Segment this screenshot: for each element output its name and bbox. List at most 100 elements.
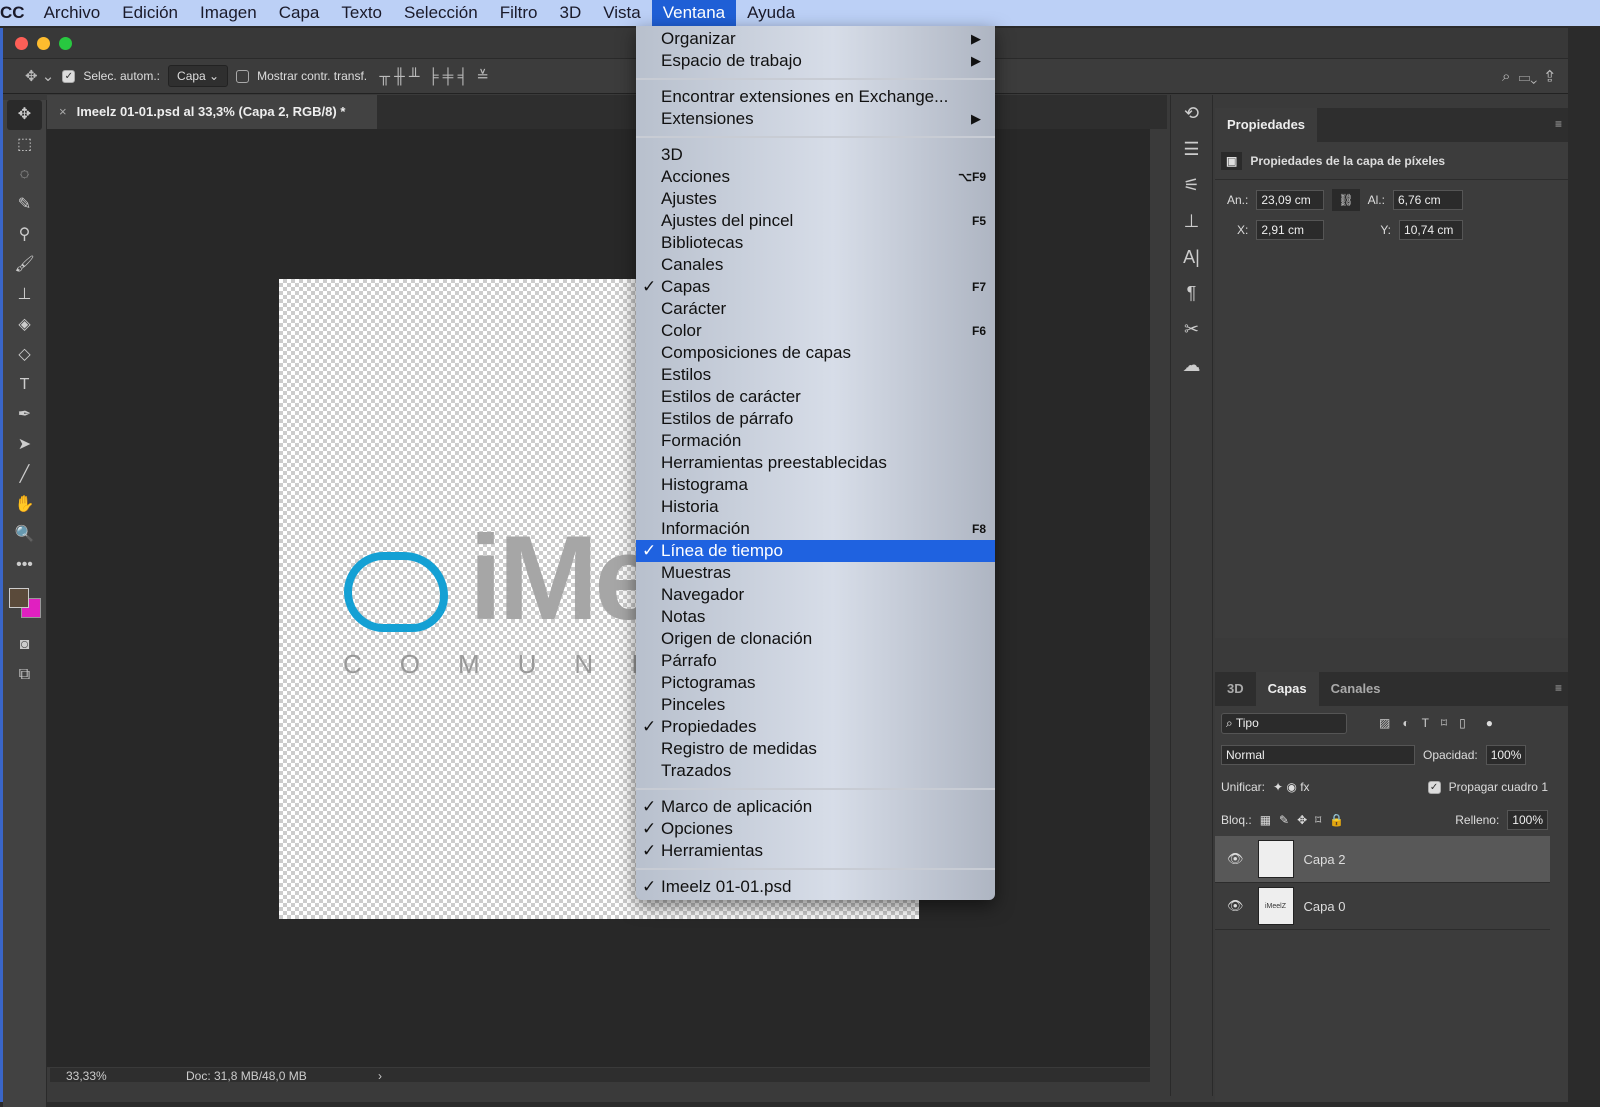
menu-item[interactable]: Origen de clonación xyxy=(636,628,995,650)
align-icons[interactable]: ╥ ╫ ╨ ╞ ╪ ╡ ≚ xyxy=(375,67,489,85)
filter-icons[interactable]: ▨◐T⌑▯ xyxy=(1379,716,1478,730)
menu-item[interactable]: Estilos de carácter xyxy=(636,386,995,408)
quick-select-icon[interactable]: ✎ xyxy=(3,190,46,220)
menu-item[interactable]: Extensiones ▶ xyxy=(636,108,995,130)
menu-item[interactable]: Estilos xyxy=(636,364,995,386)
menu-seleccion[interactable]: Selección xyxy=(393,0,489,26)
menu-item[interactable]: ✓ Propiedades xyxy=(636,716,995,738)
stamp-icon[interactable]: ⊥ xyxy=(3,280,46,310)
menu-app[interactable]: CC xyxy=(0,0,33,26)
minimize-window-button[interactable] xyxy=(37,36,50,50)
show-transform-checkbox[interactable] xyxy=(236,69,250,83)
menu-item[interactable]: Muestras xyxy=(636,562,995,584)
panel-menu-icon[interactable]: ≡ xyxy=(1555,117,1562,131)
height-field[interactable]: 6,76 cm xyxy=(1392,190,1463,210)
menu-item[interactable]: Ajustes xyxy=(636,188,995,210)
adjustments-icon[interactable]: ⚟ xyxy=(1171,167,1212,203)
auto-select-checkbox[interactable]: ✓ xyxy=(62,69,76,83)
unify-icons[interactable]: ✦ ◉ fx xyxy=(1273,780,1310,794)
zoom-tool-icon[interactable]: 🔍 xyxy=(3,520,46,550)
menu-item[interactable]: Notas xyxy=(636,606,995,628)
menu-archivo[interactable]: Archivo xyxy=(33,0,112,26)
pen-tool-icon[interactable]: ✒ xyxy=(3,400,46,430)
paint-bucket-icon[interactable]: ◇ xyxy=(3,340,46,370)
quick-mask-icon[interactable]: ◙ xyxy=(3,630,46,660)
menu-item[interactable]: Encontrar extensiones en Exchange... xyxy=(636,86,995,108)
layer-filter-dropdown[interactable]: ⌕ Tipo xyxy=(1221,712,1347,734)
lock-icons[interactable]: ▦✎✥⌑🔒 xyxy=(1260,813,1353,827)
libraries-icon[interactable]: ☁ xyxy=(1171,347,1212,383)
menu-item[interactable]: Color F6 xyxy=(636,320,995,342)
menu-item[interactable]: ✓ Capas F7 xyxy=(636,276,995,298)
menu-item[interactable]: Párrafo xyxy=(636,650,995,672)
menu-item[interactable]: Ajustes del pincel F5 xyxy=(636,210,995,232)
menu-ayuda[interactable]: Ayuda xyxy=(736,0,806,26)
layer-row[interactable]: 👁 Capa 2 xyxy=(1215,836,1550,883)
menu-item[interactable]: Registro de medidas xyxy=(636,738,995,760)
menu-item[interactable]: Pinceles xyxy=(636,694,995,716)
menu-item[interactable]: Acciones ⌥F9 xyxy=(636,166,995,188)
blend-mode-dropdown[interactable]: Normal xyxy=(1221,745,1415,765)
color-swatches[interactable] xyxy=(3,580,46,630)
menu-item[interactable]: ✓ Marco de aplicación xyxy=(636,796,995,818)
tools-preset-icon[interactable]: ✂ xyxy=(1171,311,1212,347)
panel-menu-icon[interactable]: ≡ xyxy=(1555,681,1562,695)
fill-field[interactable]: 100% xyxy=(1507,810,1548,830)
more-tools-icon[interactable]: ••• xyxy=(3,550,46,580)
tab-3d[interactable]: 3D xyxy=(1215,672,1256,706)
lasso-tool-icon[interactable]: ◌ xyxy=(3,160,46,190)
paragraph-icon[interactable]: ¶ xyxy=(1171,275,1212,311)
y-field[interactable]: 10,74 cm xyxy=(1399,220,1464,240)
eye-icon[interactable]: 👁 xyxy=(1227,898,1244,914)
marquee-tool-icon[interactable]: ⬚ xyxy=(3,130,46,160)
propagate-checkbox[interactable]: ✓ xyxy=(1427,780,1441,794)
brush-settings-icon[interactable]: ☰ xyxy=(1171,131,1212,167)
search-icon[interactable]: ⌕ ▭⌄ ⇪ xyxy=(1502,68,1554,85)
menu-item[interactable]: Organizar ▶ xyxy=(636,28,995,50)
opacity-field[interactable]: 100% xyxy=(1485,745,1527,765)
menu-item[interactable]: ✓ Opciones xyxy=(636,818,995,840)
menu-item[interactable]: Información F8 xyxy=(636,518,995,540)
menu-item[interactable]: Pictogramas xyxy=(636,672,995,694)
menu-item[interactable]: ✓ Línea de tiempo xyxy=(636,540,995,562)
menu-item[interactable]: 3D xyxy=(636,144,995,166)
menu-3d[interactable]: 3D xyxy=(549,0,593,26)
move-tool-icon[interactable]: ✥ xyxy=(7,100,42,130)
clone-source-icon[interactable]: ⊥ xyxy=(1171,203,1212,239)
menu-item[interactable]: Bibliotecas xyxy=(636,232,995,254)
zoom-level[interactable]: 33,33% xyxy=(66,1069,107,1082)
menu-item[interactable]: Histograma xyxy=(636,474,995,496)
menu-item[interactable]: Trazados xyxy=(636,760,995,782)
menu-capa[interactable]: Capa xyxy=(268,0,331,26)
close-tab-icon[interactable]: × xyxy=(59,104,67,119)
menu-item[interactable]: Formación xyxy=(636,430,995,452)
screen-mode-icon[interactable]: ⧉ xyxy=(3,660,46,690)
menu-item[interactable]: Herramientas preestablecidas xyxy=(636,452,995,474)
filter-toggle-icon[interactable]: ● xyxy=(1486,716,1493,730)
hand-tool-icon[interactable]: ✋ xyxy=(3,490,46,520)
menu-item[interactable]: Navegador xyxy=(636,584,995,606)
auto-select-dropdown[interactable]: Capa ⌄ xyxy=(168,65,229,87)
menu-texto[interactable]: Texto xyxy=(330,0,393,26)
menu-item[interactable]: Composiciones de capas xyxy=(636,342,995,364)
eraser-icon[interactable]: ◈ xyxy=(3,310,46,340)
document-tab[interactable]: × Imeelz 01-01.psd al 33,3% (Capa 2, RGB/… xyxy=(47,95,377,129)
type-tool-icon[interactable]: T xyxy=(3,370,46,400)
x-field[interactable]: 2,91 cm xyxy=(1256,220,1325,240)
menu-edicion[interactable]: Edición xyxy=(111,0,189,26)
link-icon[interactable]: ⛓ xyxy=(1332,189,1360,211)
width-field[interactable]: 23,09 cm xyxy=(1256,190,1325,210)
eye-icon[interactable]: 👁 xyxy=(1227,851,1244,867)
menu-item[interactable]: Canales xyxy=(636,254,995,276)
close-window-button[interactable] xyxy=(15,36,28,50)
tab-channels[interactable]: Canales xyxy=(1319,672,1393,706)
menu-item[interactable]: Espacio de trabajo ▶ xyxy=(636,50,995,72)
history-icon[interactable]: ⟲ xyxy=(1171,95,1212,131)
menu-filtro[interactable]: Filtro xyxy=(489,0,549,26)
menu-imagen[interactable]: Imagen xyxy=(189,0,268,26)
line-tool-icon[interactable]: ╱ xyxy=(3,460,46,490)
character-icon[interactable]: A| xyxy=(1171,239,1212,275)
brush-icon[interactable]: 🖌 xyxy=(3,250,46,280)
zoom-window-button[interactable] xyxy=(59,36,72,50)
menu-ventana[interactable]: Ventana xyxy=(651,0,737,26)
